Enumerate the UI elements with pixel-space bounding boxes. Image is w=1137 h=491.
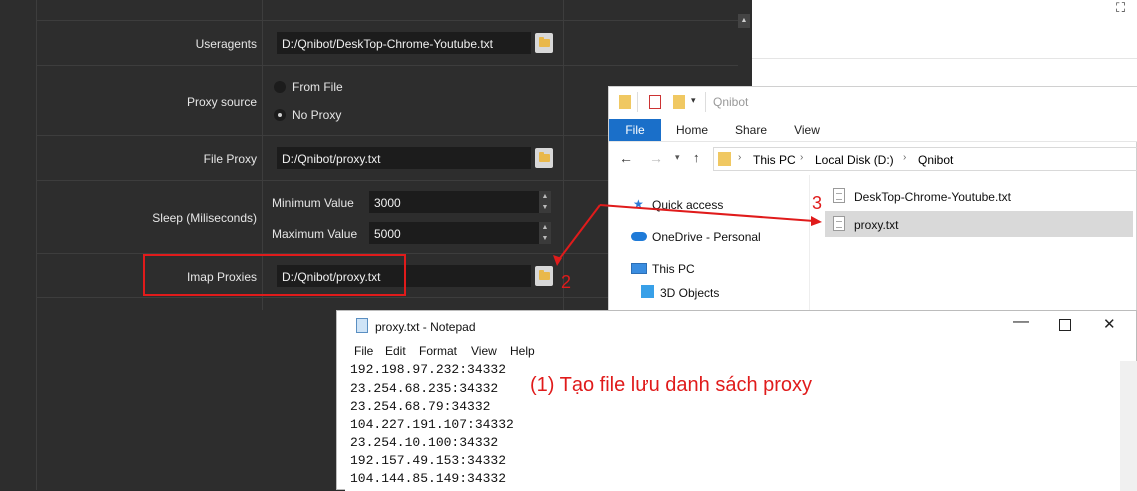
arrow-to-browse: [556, 204, 601, 263]
annotation-arrows: [553, 204, 822, 266]
step3-annotation: 3: [812, 193, 823, 213]
arrowhead: [811, 216, 822, 226]
arrow-to-file: [599, 204, 815, 222]
step2-annotation: 2: [561, 272, 572, 292]
